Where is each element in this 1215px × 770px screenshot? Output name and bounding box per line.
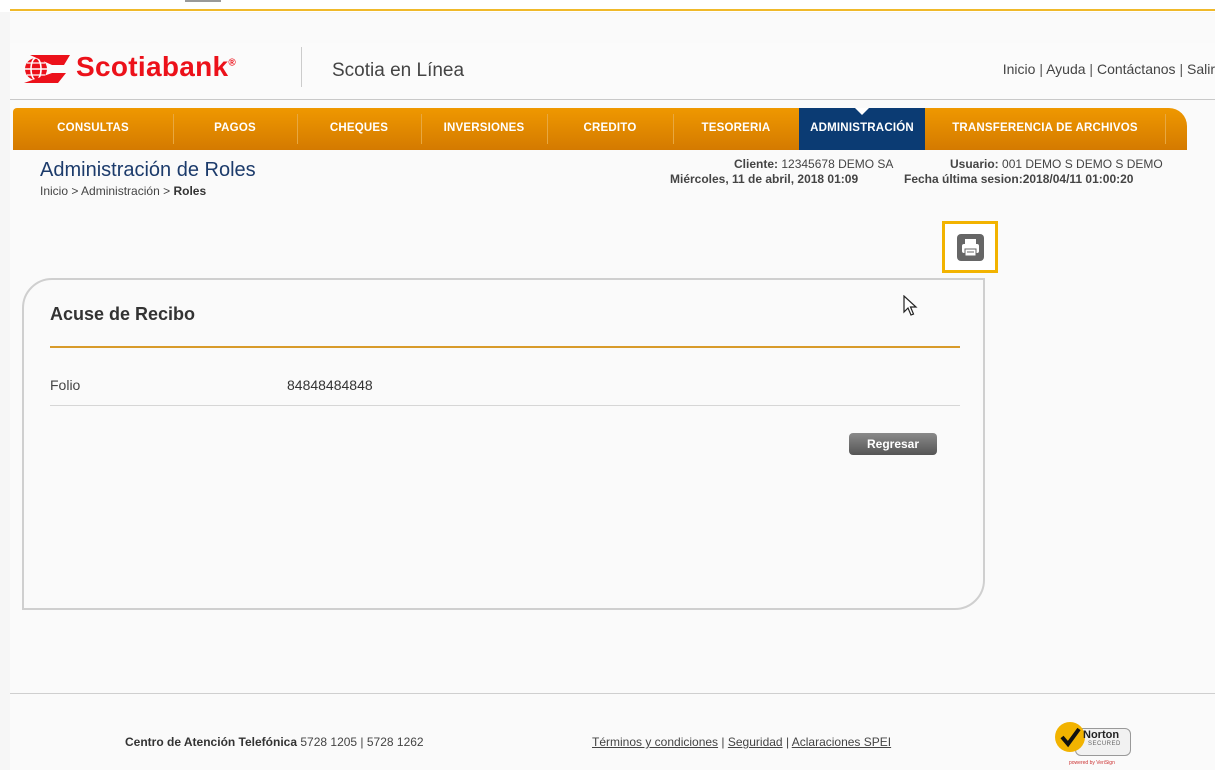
- link-salir[interactable]: Salir: [1187, 61, 1215, 77]
- page: Scotiabank® Scotia en Línea Inicio | Ayu…: [10, 13, 1215, 770]
- link-separator: |: [1039, 61, 1043, 77]
- breadcrumb-separator: >: [71, 184, 79, 198]
- brand-trademark: ®: [228, 57, 237, 69]
- link-ayuda[interactable]: Ayuda: [1046, 61, 1085, 77]
- last-session-label: Fecha última sesion:: [904, 172, 1023, 186]
- breadcrumb-section[interactable]: Administración: [81, 184, 160, 198]
- user-label: Usuario:: [950, 157, 999, 171]
- page-title: Administración de Roles: [40, 159, 256, 181]
- receipt-card: Acuse de Recibo Folio 84848484848 Regres…: [22, 278, 985, 610]
- footer-link-terminos[interactable]: Términos y condiciones: [592, 735, 718, 749]
- link-contactanos[interactable]: Contáctanos: [1097, 61, 1176, 77]
- nav-item-pagos[interactable]: PAGOS: [173, 108, 297, 150]
- nav-item-inversiones[interactable]: INVERSIONES: [421, 108, 547, 150]
- breadcrumb: Inicio > Administración > Roles: [40, 184, 206, 198]
- nav-item-administracion[interactable]: ADMINISTRACIÓN: [799, 108, 925, 150]
- folio-value: 84848484848: [287, 377, 373, 393]
- folio-label: Folio: [50, 377, 81, 393]
- norton-check-icon: [1055, 722, 1085, 752]
- footer-link-aclaraciones[interactable]: Aclaraciones SPEI: [792, 735, 891, 749]
- nav-item-cheques[interactable]: CHEQUES: [297, 108, 421, 150]
- brand-name-text: Scotiabank: [76, 51, 229, 82]
- main-nav: CONSULTAS PAGOS CHEQUES INVERSIONES CRED…: [13, 108, 1187, 150]
- footer-link-separator: |: [785, 735, 790, 749]
- footer-link-separator: |: [721, 735, 725, 749]
- top-links: Inicio | Ayuda | Contáctanos | Salir: [1003, 61, 1215, 77]
- link-inicio[interactable]: Inicio: [1003, 61, 1036, 77]
- breadcrumb-home[interactable]: Inicio: [40, 184, 68, 198]
- folio-rule: [50, 405, 960, 406]
- client-label: Cliente:: [734, 157, 779, 171]
- footer-link-seguridad[interactable]: Seguridad: [728, 735, 783, 749]
- print-button[interactable]: [942, 221, 998, 273]
- current-date: Miércoles, 11 de abril, 2018 01:09: [670, 172, 859, 186]
- date-row: Miércoles, 11 de abril, 2018 01:09: [670, 172, 858, 186]
- receipt-title: Acuse de Recibo: [50, 304, 196, 324]
- last-session-row: Fecha última sesion:2018/04/11 01:00:20: [904, 172, 1133, 186]
- nav-item-transferencia-archivos[interactable]: TRANSFERENCIA DE ARCHIVOS: [925, 108, 1165, 150]
- footer-divider: [10, 693, 1215, 694]
- product-name: Scotia en Línea: [332, 60, 465, 81]
- strip-tab-marker: [185, 0, 221, 2]
- client-row: Cliente: 12345678 DEMO SA: [734, 157, 893, 171]
- brand-name[interactable]: Scotiabank®: [76, 51, 236, 83]
- user-row: Usuario: 001 DEMO S DEMO S DEMO: [950, 157, 1163, 171]
- breadcrumb-separator: >: [163, 184, 171, 198]
- scotiabank-logo-icon: [24, 55, 70, 83]
- nav-separator: [1165, 114, 1166, 144]
- strip-accent-line: [10, 9, 1215, 11]
- nav-active-arrow: [855, 108, 869, 115]
- regresar-button[interactable]: Regresar: [849, 433, 937, 455]
- norton-powered: powered by VeriSign: [1069, 760, 1115, 766]
- nav-item-administracion-label: ADMINISTRACIÓN: [810, 122, 914, 134]
- norton-sub: SECURED: [1088, 741, 1121, 747]
- call-center-label: Centro de Atención Telefónica: [125, 735, 298, 749]
- mouse-cursor-icon: [903, 295, 918, 316]
- nav-item-credito[interactable]: CREDITO: [547, 108, 673, 150]
- last-session-value: 2018/04/11 01:00:20: [1022, 172, 1134, 186]
- link-separator: |: [1089, 61, 1094, 77]
- client-value: 12345678 DEMO SA: [781, 157, 894, 171]
- link-separator: |: [1179, 61, 1184, 77]
- norton-secured-badge[interactable]: Norton SECURED powered by VeriSign: [1055, 720, 1137, 770]
- browser-top-strip: [0, 0, 1215, 12]
- nav-item-consultas[interactable]: CONSULTAS: [13, 108, 173, 150]
- call-center: Centro de Atención Telefónica 5728 1205 …: [125, 735, 424, 749]
- printer-icon: [957, 234, 984, 261]
- norton-name: Norton: [1083, 729, 1120, 741]
- header: Scotiabank® Scotia en Línea Inicio | Ayu…: [10, 43, 1215, 100]
- nav-item-tesoreria[interactable]: TESORERIA: [673, 108, 799, 150]
- header-divider: [301, 47, 302, 87]
- footer-links: Términos y condiciones | Seguridad | Acl…: [592, 735, 891, 749]
- user-value: 001 DEMO S DEMO S DEMO: [1002, 157, 1163, 171]
- call-center-phones: 5728 1205 | 5728 1262: [300, 735, 424, 749]
- breadcrumb-current: Roles: [173, 184, 207, 198]
- receipt-title-rule: [50, 346, 960, 348]
